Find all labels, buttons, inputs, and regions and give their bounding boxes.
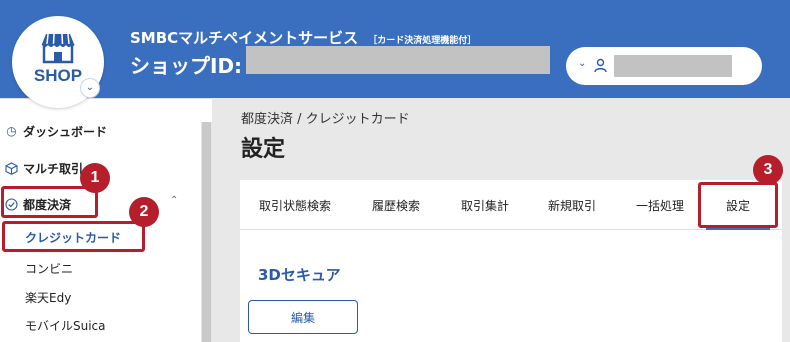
chevron-down-icon: ⌄	[578, 58, 587, 69]
sidebar-item-label: ダッシュボード	[23, 125, 108, 139]
chevron-up-icon[interactable]: ⌃	[170, 195, 178, 206]
shop-id-redacted	[246, 46, 550, 74]
tab-history-search[interactable]: 履歴検索	[372, 197, 420, 214]
highlight-box-credit-card	[2, 221, 145, 252]
tab-transaction-search[interactable]: 取引状態検索	[259, 197, 331, 214]
sidebar-subitem-rakuten-edy[interactable]: 楽天Edy	[25, 289, 71, 306]
shop-id-label: ショップID:	[130, 54, 243, 78]
page-title: 設定	[241, 137, 286, 162]
edit-button[interactable]: 編集	[248, 300, 358, 334]
breadcrumb: 都度決済 / クレジットカード	[241, 112, 410, 127]
callout-badge-2: 2	[129, 197, 159, 227]
section-title: 3Dセキュア	[258, 266, 341, 284]
tab-new-transaction[interactable]: 新規取引	[548, 197, 596, 214]
user-menu[interactable]: ⌄	[566, 47, 762, 85]
sidebar-item-dashboard[interactable]: ◷ ダッシュボード	[5, 123, 107, 140]
tab-batch-processing[interactable]: 一括処理	[636, 197, 684, 214]
user-icon	[594, 58, 607, 77]
user-name-redacted	[614, 55, 732, 77]
app-title: SMBCマルチペイメントサービス ［カード決済処理機能付］	[130, 27, 476, 48]
app-title-text: SMBCマルチペイメントサービス	[130, 29, 359, 47]
clock-icon: ◷	[6, 124, 17, 138]
sidebar-subitem-convenience[interactable]: コンビニ	[25, 260, 73, 277]
cube-icon	[5, 162, 18, 175]
shop-icon	[41, 33, 75, 64]
app-header: SMBCマルチペイメントサービス ［カード決済処理機能付］ ショップID: ⌄	[0, 0, 790, 98]
sidebar-item-label: マルチ取引	[23, 162, 84, 176]
callout-badge-3: 3	[753, 155, 783, 185]
sidebar-scrollbar-thumb[interactable]	[202, 122, 211, 342]
highlight-box-settings-tab	[698, 182, 778, 228]
sidebar: ◷ ダッシュボード マルチ取引 都度決済 ⌃ クレジットカード コンビニ 楽天E…	[0, 98, 212, 342]
sidebar-item-multi[interactable]: マルチ取引	[5, 160, 83, 177]
app-subtitle: ［カード決済処理機能付］	[368, 36, 477, 46]
callout-badge-1: 1	[80, 163, 110, 193]
highlight-box-per-payment	[1, 186, 98, 218]
page-edge	[782, 98, 790, 342]
sidebar-subitem-mobile-suica[interactable]: モバイルSuica	[25, 317, 106, 334]
tab-transaction-summary[interactable]: 取引集計	[461, 197, 509, 214]
logo-chevron-icon[interactable]: ⌄	[80, 78, 100, 98]
